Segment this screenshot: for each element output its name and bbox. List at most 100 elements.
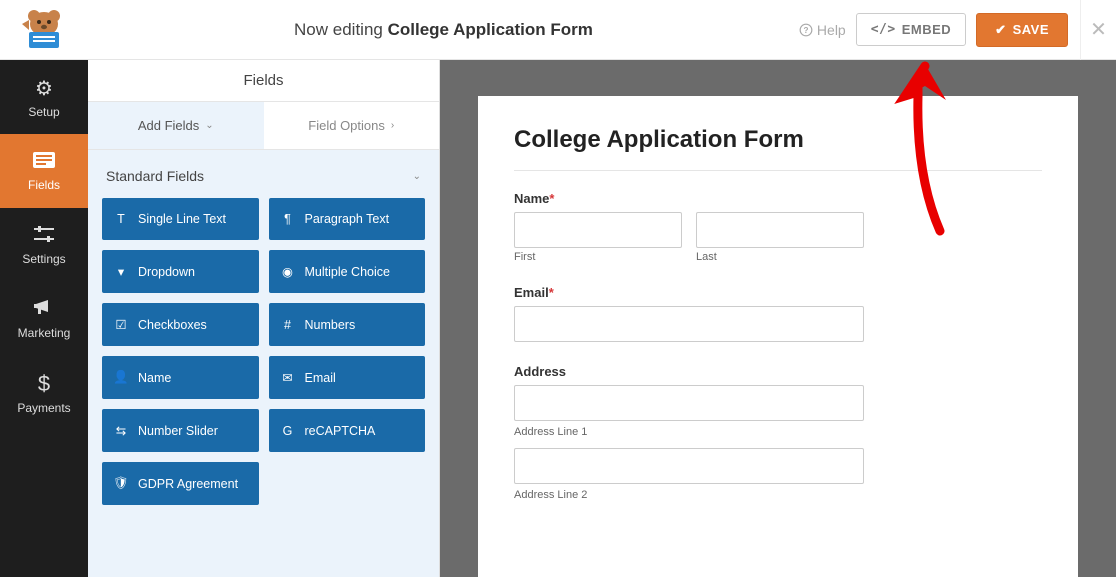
email-label: Email* (514, 285, 1042, 300)
close-button[interactable]: ✕ (1080, 0, 1116, 60)
check-icon: ✔ (995, 22, 1006, 38)
app-logo (0, 10, 88, 50)
field-label: Single Line Text (138, 212, 226, 226)
sidebar-item-settings[interactable]: Settings (0, 208, 88, 282)
user-icon: 👤 (114, 370, 128, 385)
field-label: Paragraph Text (305, 212, 390, 226)
field-name-wrap[interactable]: Name* First Last (514, 191, 1042, 263)
field-gdpr-agreement[interactable]: 🛡 GDPR Agreement (102, 462, 259, 505)
first-name-input[interactable] (514, 212, 682, 248)
help-icon: ? (799, 23, 813, 37)
radio-icon: ◉ (281, 264, 295, 279)
field-label: Checkboxes (138, 318, 207, 332)
svg-text:?: ? (803, 25, 808, 34)
chevron-down-icon: ⌄ (413, 171, 421, 182)
field-paragraph-text[interactable]: ¶ Paragraph Text (269, 198, 426, 240)
form-icon (33, 151, 55, 174)
sidebar-item-setup[interactable]: ⚙ Setup (0, 60, 88, 134)
required-star: * (549, 191, 554, 206)
bear-logo-icon (19, 10, 69, 50)
sidebar-item-payments[interactable]: $ Payments (0, 356, 88, 430)
slider-icon: ⇆ (114, 423, 128, 438)
email-input[interactable] (514, 306, 864, 342)
sidebar-label-setup: Setup (28, 105, 59, 119)
first-sublabel: First (514, 251, 682, 263)
preview-wrap: College Application Form Name* First Las… (440, 60, 1116, 577)
text-icon: T (114, 212, 128, 226)
tab-add-fields[interactable]: Add Fields ⌄ (88, 102, 264, 149)
addr2-sublabel: Address Line 2 (514, 489, 864, 501)
form-preview: College Application Form Name* First Las… (478, 96, 1078, 577)
sidebar-label-fields: Fields (28, 178, 60, 192)
help-link[interactable]: ? Help (799, 22, 846, 38)
top-bar: Now editing College Application Form ? H… (0, 0, 1116, 60)
shield-icon: 🛡 (114, 476, 128, 491)
code-icon: </> (871, 22, 896, 37)
required-star: * (549, 285, 554, 300)
help-label: Help (817, 22, 846, 38)
tab-options-label: Field Options (308, 118, 385, 133)
sidebar-item-marketing[interactable]: Marketing (0, 282, 88, 356)
gear-icon: ⚙ (35, 76, 53, 101)
addr1-sublabel: Address Line 1 (514, 426, 864, 438)
field-email-wrap[interactable]: Email* (514, 285, 1042, 342)
editing-prefix: Now editing (294, 20, 383, 39)
section-standard-fields[interactable]: Standard Fields ⌄ (88, 150, 439, 198)
address-label: Address (514, 364, 1042, 379)
field-label: Numbers (305, 318, 356, 332)
field-address-wrap[interactable]: Address Address Line 1 Address Line 2 (514, 364, 1042, 501)
last-name-input[interactable] (696, 212, 864, 248)
dropdown-icon: ▾ (114, 264, 128, 279)
megaphone-icon (34, 298, 54, 322)
field-name[interactable]: 👤 Name (102, 356, 259, 399)
panel-header: Fields (88, 60, 439, 102)
field-recaptcha[interactable]: GreCAPTCHA (269, 409, 426, 452)
embed-button[interactable]: </> EMBED (856, 13, 966, 46)
chevron-right-icon: › (391, 120, 394, 131)
tab-field-options[interactable]: Field Options › (264, 102, 440, 149)
divider (514, 170, 1042, 171)
field-checkboxes[interactable]: ☑ Checkboxes (102, 303, 259, 346)
dollar-icon: $ (38, 371, 50, 397)
field-dropdown[interactable]: ▾ Dropdown (102, 250, 259, 293)
field-label: Multiple Choice (305, 265, 390, 279)
save-button[interactable]: ✔ SAVE (976, 13, 1068, 47)
last-sublabel: Last (696, 251, 864, 263)
address-line1-input[interactable] (514, 385, 864, 421)
field-label: Name (138, 371, 171, 385)
recaptcha-icon: G (281, 424, 295, 438)
field-label: Dropdown (138, 265, 195, 279)
name-label-text: Name (514, 191, 549, 206)
form-title: College Application Form (514, 126, 1042, 154)
editing-form-name: College Application Form (388, 20, 593, 39)
field-label: Number Slider (138, 424, 218, 438)
name-label: Name* (514, 191, 1042, 206)
close-icon: ✕ (1090, 17, 1107, 42)
editing-title: Now editing College Application Form (88, 20, 799, 40)
envelope-icon: ✉ (281, 370, 295, 385)
save-label: SAVE (1013, 22, 1049, 37)
main-area: ⚙ Setup Fields Settings Marketing $ Paym… (0, 60, 1116, 577)
field-number-slider[interactable]: ⇆ Number Slider (102, 409, 259, 452)
sliders-icon (34, 225, 54, 248)
fields-panel: Fields Add Fields ⌄ Field Options › Stan… (88, 60, 440, 577)
panel-tabs: Add Fields ⌄ Field Options › (88, 102, 439, 150)
chevron-down-icon: ⌄ (205, 120, 213, 131)
checkbox-icon: ☑ (114, 317, 128, 332)
address-line2-input[interactable] (514, 448, 864, 484)
hash-icon: # (281, 318, 295, 332)
field-single-line-text[interactable]: T Single Line Text (102, 198, 259, 240)
sidebar-label-settings: Settings (22, 252, 65, 266)
email-label-text: Email (514, 285, 549, 300)
sidebar-label-payments: Payments (17, 401, 70, 415)
top-actions: ? Help </> EMBED ✔ SAVE (799, 13, 1080, 47)
field-multiple-choice[interactable]: ◉ Multiple Choice (269, 250, 426, 293)
field-grid: T Single Line Text ¶ Paragraph Text ▾ Dropd… (88, 198, 439, 519)
sidebar-item-fields[interactable]: Fields (0, 134, 88, 208)
field-email[interactable]: ✉ Email (269, 356, 426, 399)
paragraph-icon: ¶ (281, 212, 295, 226)
left-sidebar: ⚙ Setup Fields Settings Marketing $ Paym… (0, 60, 88, 577)
field-label: GDPR Agreement (138, 477, 238, 491)
field-label: Email (305, 371, 336, 385)
field-numbers[interactable]: # Numbers (269, 303, 426, 346)
